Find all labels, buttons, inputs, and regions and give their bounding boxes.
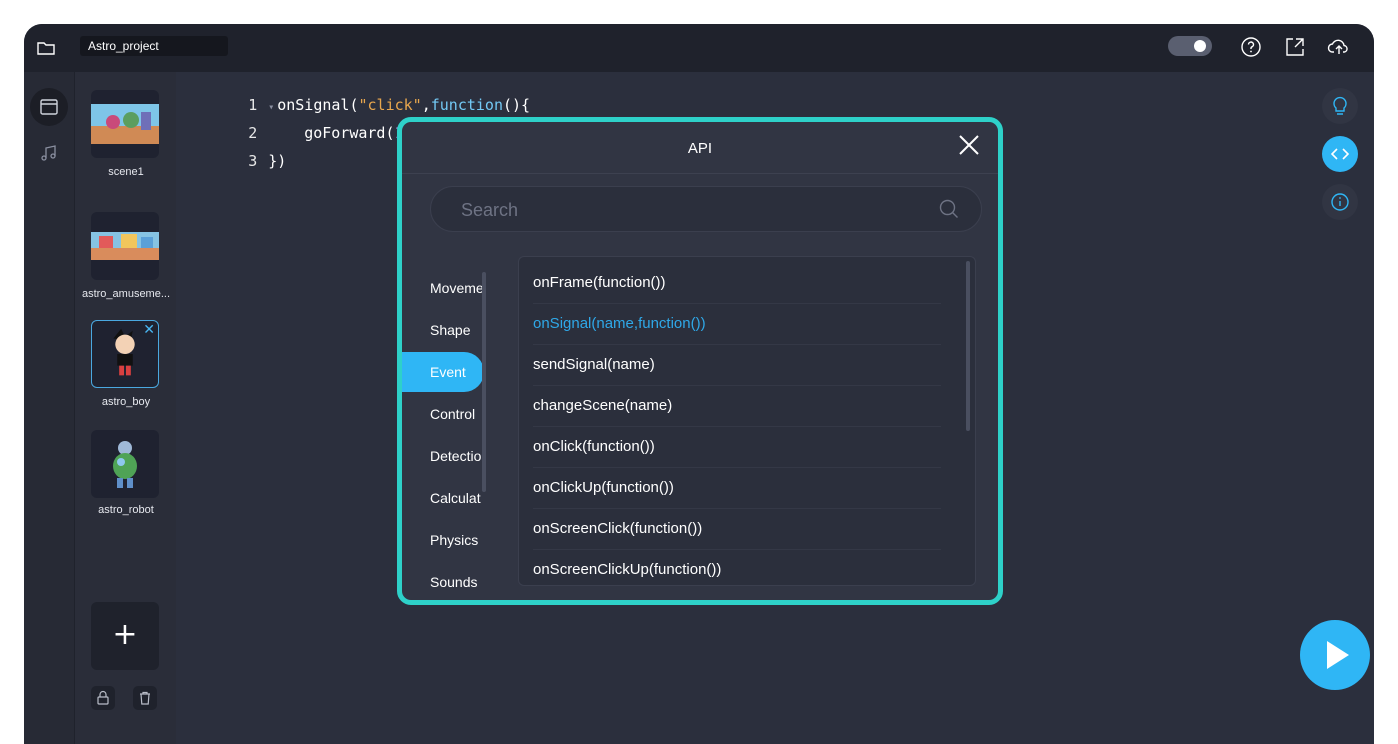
modal-title: API xyxy=(687,140,713,157)
scene-thumbnail-image xyxy=(91,232,159,260)
sound-tab[interactable] xyxy=(30,134,68,172)
trash-icon xyxy=(140,691,150,705)
play-icon xyxy=(1327,641,1349,669)
code-view-button[interactable] xyxy=(1322,136,1358,172)
code-icon xyxy=(1330,148,1350,160)
api-modal: API Moveme Shape Event Control Detectio … xyxy=(397,117,1003,605)
top-bar: Astro_project xyxy=(24,24,1374,72)
add-asset-button[interactable]: + xyxy=(91,602,159,670)
lock-icon xyxy=(97,690,109,705)
category-item[interactable]: Calculat xyxy=(402,478,484,518)
folder-icon[interactable] xyxy=(34,36,58,60)
asset-label: scene1 xyxy=(108,166,144,178)
project-name[interactable]: Astro_project xyxy=(80,36,228,56)
toggle-knob xyxy=(1194,40,1206,52)
line-number: 3 xyxy=(248,152,258,170)
code-token: goForward xyxy=(304,124,386,142)
category-item[interactable]: Shape xyxy=(402,310,484,350)
lock-button[interactable] xyxy=(91,686,115,710)
lightbulb-icon xyxy=(1333,96,1347,115)
api-item[interactable]: onFrame(function()) xyxy=(533,263,941,304)
code-token: }) xyxy=(268,152,287,170)
asset-thumbnail[interactable] xyxy=(91,90,159,158)
category-item[interactable]: Moveme xyxy=(402,268,484,308)
asset-label: astro_amuseme... xyxy=(81,288,171,300)
category-item[interactable]: Sounds xyxy=(402,562,484,600)
asset-thumbnail[interactable] xyxy=(91,212,159,280)
code-line[interactable]: 2goForward(100) xyxy=(194,106,430,142)
asset-thumbnail[interactable] xyxy=(91,430,159,498)
search-box xyxy=(430,186,982,233)
api-item[interactable]: changeScene(name) xyxy=(533,386,941,427)
delete-button[interactable] xyxy=(133,686,157,710)
code-line[interactable]: 1 ▾ onSignal("click",function(){ xyxy=(194,78,530,114)
category-scrollbar[interactable] xyxy=(482,272,486,492)
search-icon[interactable] xyxy=(937,197,961,221)
left-rail xyxy=(24,72,74,744)
info-icon xyxy=(1331,193,1349,211)
search-input[interactable] xyxy=(459,187,923,233)
asset-label: astro_robot xyxy=(98,504,154,516)
mode-toggle[interactable] xyxy=(1168,36,1212,56)
api-item[interactable]: sendSignal(name) xyxy=(533,345,941,386)
cloud-upload-icon[interactable] xyxy=(1326,34,1352,60)
asset-thumbnail[interactable]: ✕ xyxy=(91,320,159,388)
asset-label: astro_boy xyxy=(101,396,151,408)
play-button[interactable] xyxy=(1300,620,1370,690)
modal-divider xyxy=(402,173,998,174)
code-line[interactable]: 3}) xyxy=(194,134,286,170)
category-item[interactable]: Detectio xyxy=(402,436,484,476)
scene-tab[interactable] xyxy=(30,88,68,126)
close-icon[interactable] xyxy=(956,132,982,158)
close-icon[interactable]: ✕ xyxy=(143,323,155,337)
api-list: onFrame(function()) onSignal(name,functi… xyxy=(518,256,976,586)
api-item[interactable]: onScreenClickUp(function()) xyxy=(533,550,941,585)
category-item[interactable]: Physics xyxy=(402,520,484,560)
character-thumbnail-image xyxy=(113,441,137,488)
category-item-active[interactable]: Event xyxy=(402,352,484,392)
export-icon[interactable] xyxy=(1282,34,1308,60)
music-icon xyxy=(41,145,56,161)
api-item[interactable]: onClickUp(function()) xyxy=(533,468,941,509)
api-list-scrollbar[interactable] xyxy=(966,261,970,431)
code-token: ( xyxy=(385,124,395,142)
api-item[interactable]: onClick(function()) xyxy=(533,427,941,468)
help-icon[interactable] xyxy=(1238,34,1264,60)
category-list: Moveme Shape Event Control Detectio Calc… xyxy=(402,262,512,600)
scene-thumbnail-image xyxy=(91,104,159,144)
api-item[interactable]: onScreenClick(function()) xyxy=(533,509,941,550)
api-item-highlighted[interactable]: onSignal(name,function()) xyxy=(533,304,941,345)
code-token: (){ xyxy=(503,96,531,114)
category-item[interactable]: Control xyxy=(402,394,484,434)
scene-icon xyxy=(40,99,58,115)
asset-panel: scene1 astro_amuseme... ✕ astro_boy astr… xyxy=(74,72,178,744)
code-token: function xyxy=(430,96,503,114)
hint-button[interactable] xyxy=(1322,88,1358,124)
info-button[interactable] xyxy=(1322,184,1358,220)
